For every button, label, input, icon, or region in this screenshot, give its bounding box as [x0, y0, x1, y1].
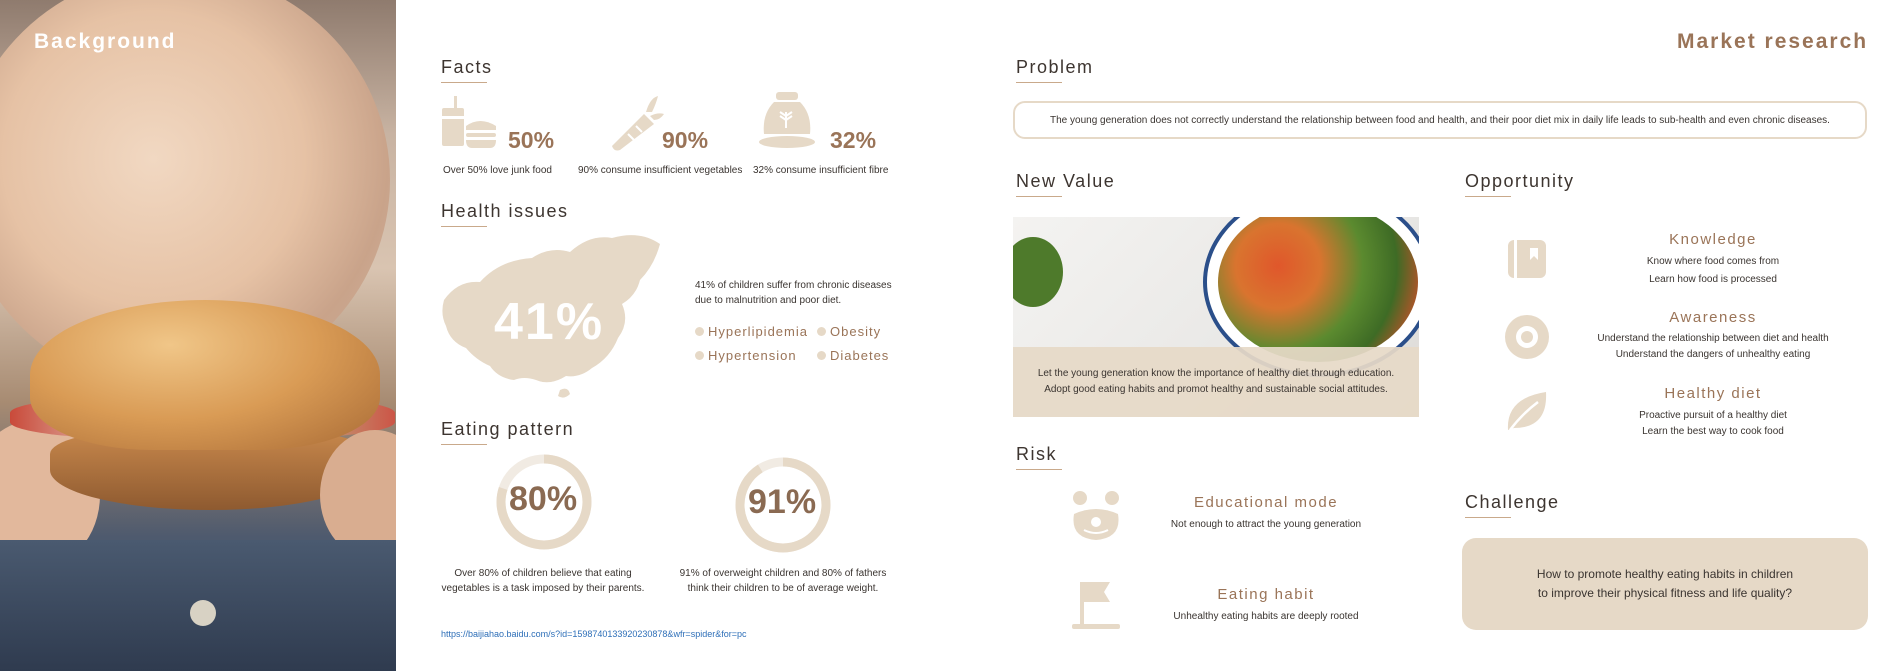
health-description: 41% of children suffer from chronic dise…	[695, 278, 892, 308]
tag-dot	[695, 351, 704, 360]
problem-title: Problem	[1016, 57, 1094, 83]
opportunity-knowledge-title: Knowledge	[1669, 231, 1757, 248]
carrot-icon	[608, 94, 664, 157]
challenge-title: Challenge	[1465, 492, 1560, 518]
opportunity-healthy-diet-title: Healthy diet	[1664, 385, 1762, 402]
opportunity-knowledge-desc: Know where food comes from Learn how foo…	[1563, 253, 1863, 289]
fact-caption-vegetables: 90% consume insufficient vegetables	[578, 165, 743, 176]
health-description-line1: 41% of children suffer from chronic dise…	[695, 280, 892, 291]
facts-title: Facts	[441, 57, 493, 83]
problem-box: The young generation does not correctly …	[1013, 101, 1867, 139]
health-description-line2: due to malnutrition and poor diet.	[695, 295, 842, 306]
fact-value-vegetables: 90%	[662, 127, 709, 153]
ring-value-80: 80%	[509, 480, 578, 518]
opportunity-awareness-line2: Understand the dangers of unhealthy eati…	[1615, 349, 1811, 360]
map-percentage: 41%	[494, 293, 605, 351]
junk-food-icon	[440, 96, 498, 157]
risk-title: Risk	[1016, 444, 1062, 470]
tag-obesity: Obesity	[817, 324, 881, 339]
new-value-caption: Let the young generation know the import…	[1013, 347, 1419, 417]
flag-icon	[1070, 580, 1122, 635]
ring-caption-91: 91% of overweight children and 80% of fa…	[676, 566, 890, 596]
ring-value-91: 91%	[748, 483, 817, 521]
market-research-title: Market research	[1677, 30, 1869, 53]
eating-pattern-title: Eating pattern	[441, 419, 574, 445]
fact-value-fibre: 32%	[830, 127, 877, 153]
opportunity-knowledge-line2: Learn how food is processed	[1649, 274, 1777, 285]
challenge-box: How to promote healthy eating habits in …	[1462, 538, 1868, 630]
hero-photo: Background	[0, 0, 396, 671]
fibre-sack-icon	[758, 90, 820, 157]
new-value-line2: Adopt good eating habits and promot heal…	[1044, 384, 1388, 395]
risk-eating-habit-title: Eating habit	[1217, 586, 1315, 603]
ring-caption-91-line2: think their children to be of average we…	[687, 583, 879, 594]
leaf-icon	[1504, 388, 1550, 439]
clown-icon	[1070, 488, 1122, 547]
tag-diabetes: Diabetes	[817, 348, 889, 363]
risk-educational-title: Educational mode	[1193, 494, 1339, 511]
ring-caption-91-line1: 91% of overweight children and 80% of fa…	[679, 568, 887, 579]
book-icon	[1506, 238, 1548, 285]
fact-caption-junk-food: Over 50% love junk food	[443, 165, 552, 176]
tag-dot	[817, 351, 826, 360]
tag-hyperlipidemia: Hyperlipidemia	[695, 324, 808, 339]
fact-caption-fibre: 32% consume insufficient fibre	[753, 165, 889, 176]
ring-caption-80: Over 80% of children believe that eating…	[440, 566, 646, 596]
tag-dot	[817, 327, 826, 336]
opportunity-awareness-line1: Understand the relationship between diet…	[1597, 333, 1829, 344]
challenge-line2: to improve their physical fitness and li…	[1537, 586, 1793, 600]
opportunity-knowledge-line1: Know where food comes from	[1646, 256, 1780, 267]
opportunity-healthy-diet-line1: Proactive pursuit of a healthy diet	[1639, 410, 1787, 421]
healthy-bowl-image: Let the young generation know the import…	[1013, 217, 1419, 417]
opportunity-awareness-title: Awareness	[1669, 309, 1757, 326]
source-link[interactable]: https://baijiahao.baidu.com/s?id=1598740…	[441, 629, 746, 639]
opportunity-healthy-diet-desc: Proactive pursuit of a healthy diet Lear…	[1563, 408, 1863, 440]
opportunity-title: Opportunity	[1465, 171, 1575, 197]
background-title: Background	[34, 30, 177, 53]
ring-caption-80-line2: vegetables is a task imposed by their pa…	[441, 583, 645, 594]
ring-caption-80-line1: Over 80% of children believe that eating	[454, 568, 632, 579]
burger-top-bun	[30, 300, 380, 450]
tag-dot	[695, 327, 704, 336]
health-issues-title: Health issues	[441, 201, 569, 227]
fact-value-junk-food: 50%	[508, 127, 555, 153]
tag-hypertension: Hypertension	[695, 348, 797, 363]
challenge-line1: How to promote healthy eating habits in …	[1536, 567, 1794, 581]
risk-eating-habit-desc: Unhealthy eating habits are deeply roote…	[1173, 611, 1359, 622]
shirt-button	[190, 600, 216, 626]
opportunity-awareness-desc: Understand the relationship between diet…	[1563, 331, 1863, 363]
herb-shape	[1013, 237, 1063, 307]
problem-text: The young generation does not correctly …	[1050, 114, 1830, 126]
risk-educational-desc: Not enough to attract the young generati…	[1170, 519, 1362, 530]
new-value-title: New Value	[1016, 171, 1115, 197]
new-value-line1: Let the young generation know the import…	[1037, 368, 1395, 379]
eye-icon	[1504, 314, 1550, 365]
opportunity-healthy-diet-line2: Learn the best way to cook food	[1642, 426, 1784, 437]
